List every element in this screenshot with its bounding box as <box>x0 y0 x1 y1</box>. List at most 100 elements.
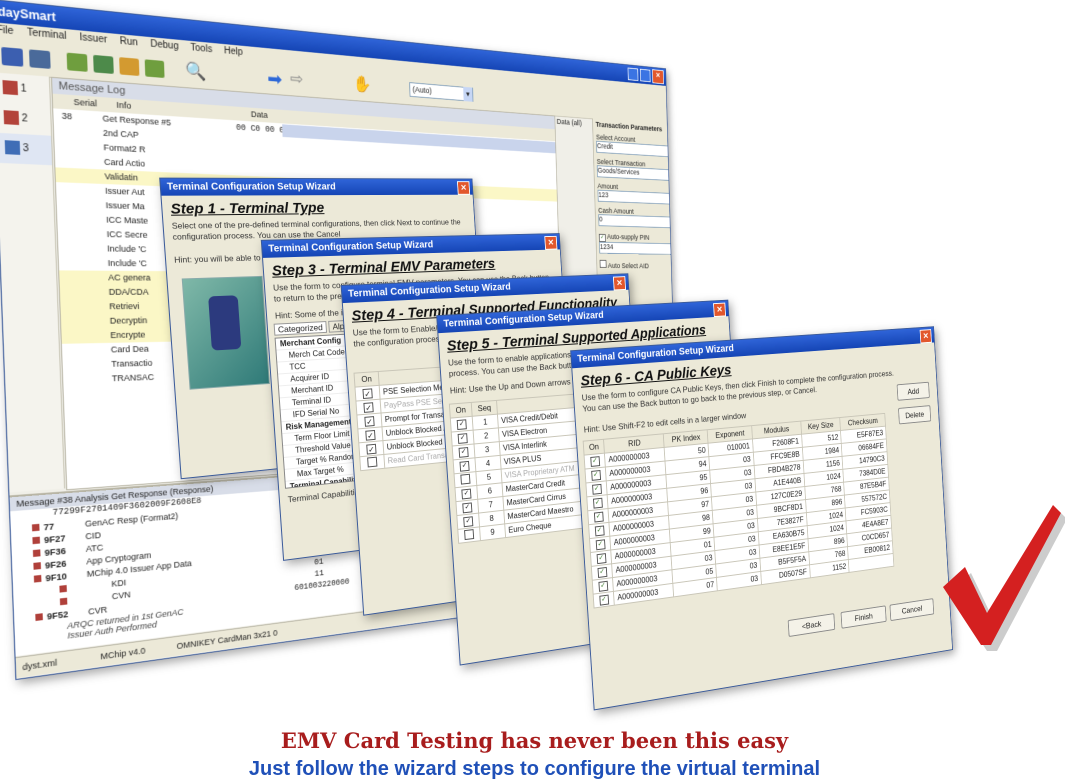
amount-input[interactable]: 123 <box>597 189 671 205</box>
row-serial <box>62 133 103 135</box>
application-enabled[interactable] <box>457 526 481 544</box>
session-item-1[interactable]: 1 <box>0 72 50 106</box>
checkbox-icon <box>599 259 607 268</box>
row-serial <box>65 207 106 208</box>
toolbar-icon-2[interactable] <box>29 49 51 69</box>
checkbox-icon: ✓ <box>459 460 470 472</box>
close-icon[interactable]: ✕ <box>713 302 727 318</box>
tag-icon <box>35 613 43 621</box>
terminal-image <box>181 275 270 390</box>
checkbox-icon: ✓ <box>596 553 607 565</box>
session-item-2[interactable]: 2 <box>0 103 51 136</box>
menu-issuer[interactable]: Issuer <box>79 32 107 45</box>
row-serial <box>63 163 104 165</box>
app-title: daySmart <box>0 4 56 25</box>
close-icon[interactable]: ✕ <box>544 235 558 250</box>
toolbar-icon-1[interactable] <box>1 46 24 67</box>
toolbar-icon-3[interactable] <box>66 52 88 72</box>
checkbox-icon: ✓ <box>363 401 374 413</box>
cash-amount-input[interactable]: 0 <box>598 214 672 229</box>
checkbox-icon: ✓ <box>594 525 605 537</box>
checkbox-icon: ✓ <box>595 539 606 551</box>
tab-categorized[interactable]: Categorized <box>273 321 327 336</box>
toolbar-icon-4[interactable] <box>93 54 114 74</box>
close-icon[interactable]: ✕ <box>652 69 664 85</box>
checkmark-icon <box>943 505 1065 651</box>
menu-file[interactable]: File <box>0 24 14 37</box>
checkbox-icon <box>460 473 471 485</box>
auto-aid-checkbox[interactable]: Auto Select AID <box>599 259 673 270</box>
checkbox-icon: ✓ <box>592 497 603 509</box>
data-all-label: Data (all) <box>556 117 582 128</box>
close-icon[interactable]: ✕ <box>612 276 627 291</box>
tag-icon <box>59 597 68 606</box>
screenshot-stage: daySmart ✕ File Terminal Issuer Run Debu… <box>0 0 1069 780</box>
wizard-title: Terminal Configuration Setup Wizard <box>166 181 337 193</box>
auto-pin-checkbox[interactable]: ✓ Auto-supply PIN <box>598 232 672 243</box>
add-button[interactable]: Add <box>896 381 930 401</box>
checkbox-icon: ✓ <box>590 470 601 481</box>
col-data[interactable]: Data <box>251 109 268 119</box>
tag-icon <box>33 562 41 570</box>
menu-run[interactable]: Run <box>120 36 138 48</box>
checkbox-icon: ✓ <box>461 488 472 500</box>
row-serial <box>66 222 107 223</box>
checkbox-icon: ✓ <box>365 429 376 441</box>
toolbar-icon-5[interactable] <box>119 57 140 76</box>
menu-help[interactable]: Help <box>224 46 243 58</box>
row-serial <box>63 148 104 150</box>
session-item-3[interactable]: 3 <box>0 132 53 166</box>
checkbox-icon: ✓ <box>593 511 604 523</box>
checkbox-icon: ✓ <box>458 447 469 458</box>
menu-debug[interactable]: Debug <box>150 39 179 52</box>
row-serial <box>65 192 106 193</box>
finish-button[interactable]: Finish <box>840 605 887 629</box>
forward-arrow-icon[interactable]: ➡ <box>267 67 283 91</box>
tag-icon <box>32 549 41 557</box>
checkbox-icon: ✓ <box>598 580 608 592</box>
tag-icon <box>31 523 40 532</box>
session-number: 2 <box>21 113 28 125</box>
close-icon[interactable]: ✕ <box>919 329 932 344</box>
minimize-icon[interactable] <box>627 67 639 82</box>
menu-terminal[interactable]: Terminal <box>27 27 67 41</box>
chevron-down-icon[interactable]: ▼ <box>463 86 473 102</box>
checkbox-icon: ✓ <box>362 387 373 399</box>
row-serial <box>70 338 110 339</box>
row-serial <box>66 236 107 237</box>
menu-tools[interactable]: Tools <box>190 43 212 55</box>
close-icon[interactable]: ✕ <box>456 181 471 195</box>
toolbar-icon-6[interactable] <box>144 59 165 79</box>
row-serial <box>67 251 108 252</box>
checkbox-icon: ✓ <box>597 566 608 579</box>
maximize-icon[interactable] <box>639 68 651 83</box>
perspective-layer: daySmart ✕ File Terminal Issuer Run Debu… <box>0 0 1069 780</box>
step1-titlebar: Terminal Configuration Setup Wizard ✕ <box>160 178 473 196</box>
wizard-title: Terminal Configuration Setup Wizard <box>268 239 434 255</box>
pin-input[interactable]: 1234 <box>599 241 672 255</box>
tree-value: 01 <box>314 557 324 568</box>
auto-select-value: (Auto) <box>412 84 432 96</box>
checkbox-icon: ✓ <box>598 233 606 242</box>
auto-aid-label: Auto Select AID <box>607 261 650 270</box>
row-serial <box>69 324 110 325</box>
checkbox-icon: ✓ <box>366 443 377 455</box>
checkbox-icon <box>464 528 475 540</box>
row-serial <box>71 367 111 368</box>
search-icon[interactable]: 🔍 <box>185 61 207 82</box>
back-button[interactable]: <Back <box>787 613 836 638</box>
checkbox-icon: ✓ <box>463 516 474 528</box>
tag-icon <box>33 574 42 583</box>
delete-button[interactable]: Delete <box>898 405 932 425</box>
function-enabled[interactable] <box>359 454 385 471</box>
tree-value: 11 <box>314 568 324 579</box>
checkbox-icon <box>367 456 378 467</box>
step-icon[interactable]: ⇨ <box>290 69 304 89</box>
key-enabled[interactable]: ✓ <box>593 591 615 609</box>
card-reader-icon <box>208 295 242 351</box>
application-seq: 9 <box>479 523 506 541</box>
hand-icon[interactable]: ✋ <box>353 75 372 95</box>
card-icon <box>2 80 19 96</box>
status-profile: MChip v4.0 <box>100 645 146 662</box>
tag-icon <box>32 536 41 545</box>
